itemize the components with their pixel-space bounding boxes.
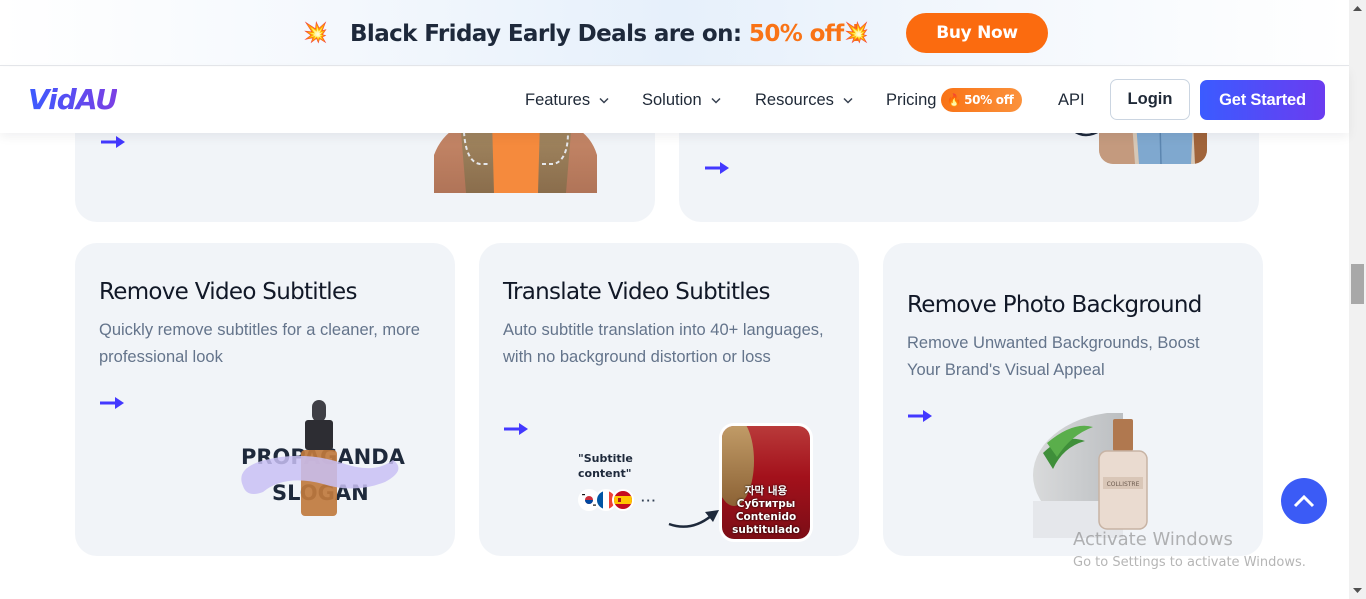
nav-resources-label: Resources [755,90,834,109]
page-scrollbar[interactable] [1349,0,1366,599]
card-title: Remove Photo Background [907,292,1202,318]
arrow-right-icon[interactable] [99,396,125,410]
translated-video-preview: 자막 내용 Субтитры Contenido subtitulado [722,426,810,539]
nav-solution-label: Solution [642,90,702,109]
subtitle-spanish-2: subtitulado [732,524,800,536]
arrow-right-icon[interactable] [704,161,730,175]
serum-bottle-illustration: PROPAGANDA SLOGAN [235,398,405,518]
login-button[interactable]: Login [1110,79,1190,120]
nav-features-label: Features [525,90,591,109]
scroll-down-arrow-icon[interactable] [1349,582,1366,599]
get-started-button[interactable]: Get Started [1200,80,1325,120]
feature-card-remove-photo-background[interactable]: Remove Photo Background Remove Unwanted … [883,243,1263,556]
arrow-right-icon[interactable] [503,422,529,436]
subtitle-russian: Субтитры [736,498,796,510]
language-flags: ··· [578,489,657,511]
nav-features[interactable]: Features [525,88,609,112]
nav-pricing[interactable]: Pricing 🔥 50% off [886,88,1022,112]
pricing-sale-badge: 🔥 50% off [941,88,1022,112]
curved-arrow-icon [668,510,719,528]
nav-solution[interactable]: Solution [642,88,721,112]
scrollbar-thumb[interactable] [1351,264,1364,304]
card-title: Remove Video Subtitles [99,279,357,305]
feature-card-translate-video-subtitles[interactable]: Translate Video Subtitles Auto subtitle … [479,243,859,556]
chevron-down-icon [843,95,853,105]
flame-icon: 🔥 [946,93,962,107]
chevron-up-icon [1293,494,1315,508]
subtitle-korean: 자막 내용 [744,485,788,497]
arrow-right-icon[interactable] [100,135,126,149]
chevron-down-icon [711,95,721,105]
nav-api[interactable]: API [1058,88,1085,112]
arrow-right-icon[interactable] [907,409,933,423]
sale-badge-text: 50% off [964,93,1014,107]
more-languages-ellipsis: ··· [641,492,657,508]
feature-card-remove-video-subtitles[interactable]: Remove Video Subtitles Quickly remove su… [75,243,455,556]
bottle-label: COLLISTRE [1107,481,1140,488]
buy-now-button[interactable]: Buy Now [906,13,1048,53]
scroll-up-arrow-icon[interactable] [1349,0,1366,17]
nav-api-label: API [1058,90,1085,109]
perfume-bottle-image: COLLISTRE [1033,413,1213,538]
translated-subtitles: 자막 내용 Субтитры Contenido subtitulado [722,485,810,537]
spain-flag-icon [612,489,634,511]
nav-pricing-label: Pricing [886,90,937,109]
top-navigation: VidAU Features Solution Resources Pricin… [0,67,1349,133]
promo-headline-text: Black Friday Early Deals are on: [350,21,749,47]
scroll-to-top-button[interactable] [1281,478,1327,524]
card-description: Quickly remove subtitles for a cleaner, … [99,321,420,366]
chevron-down-icon [599,95,609,105]
promo-headline: Black Friday Early Deals are on: 50% off… [350,17,862,51]
promo-banner: 💥 Black Friday Early Deals are on: 50% o… [0,0,1349,66]
subtitle-spanish-1: Contenido [735,511,797,523]
nav-resources[interactable]: Resources [755,88,853,112]
collision-burst-icon: 💥 [303,22,328,44]
card-title: Translate Video Subtitles [503,279,770,305]
vidau-logo[interactable]: VidAU [28,83,118,117]
watermark-subtitle: Go to Settings to activate Windows. [1073,555,1306,570]
collision-burst-icon: 💥 [844,22,869,44]
card-description: Remove Unwanted Backgrounds, Boost Your … [907,334,1200,379]
subtitle-content-label: "Subtitle content" [578,452,633,480]
card-description: Auto subtitle translation into 40+ langu… [503,321,824,366]
